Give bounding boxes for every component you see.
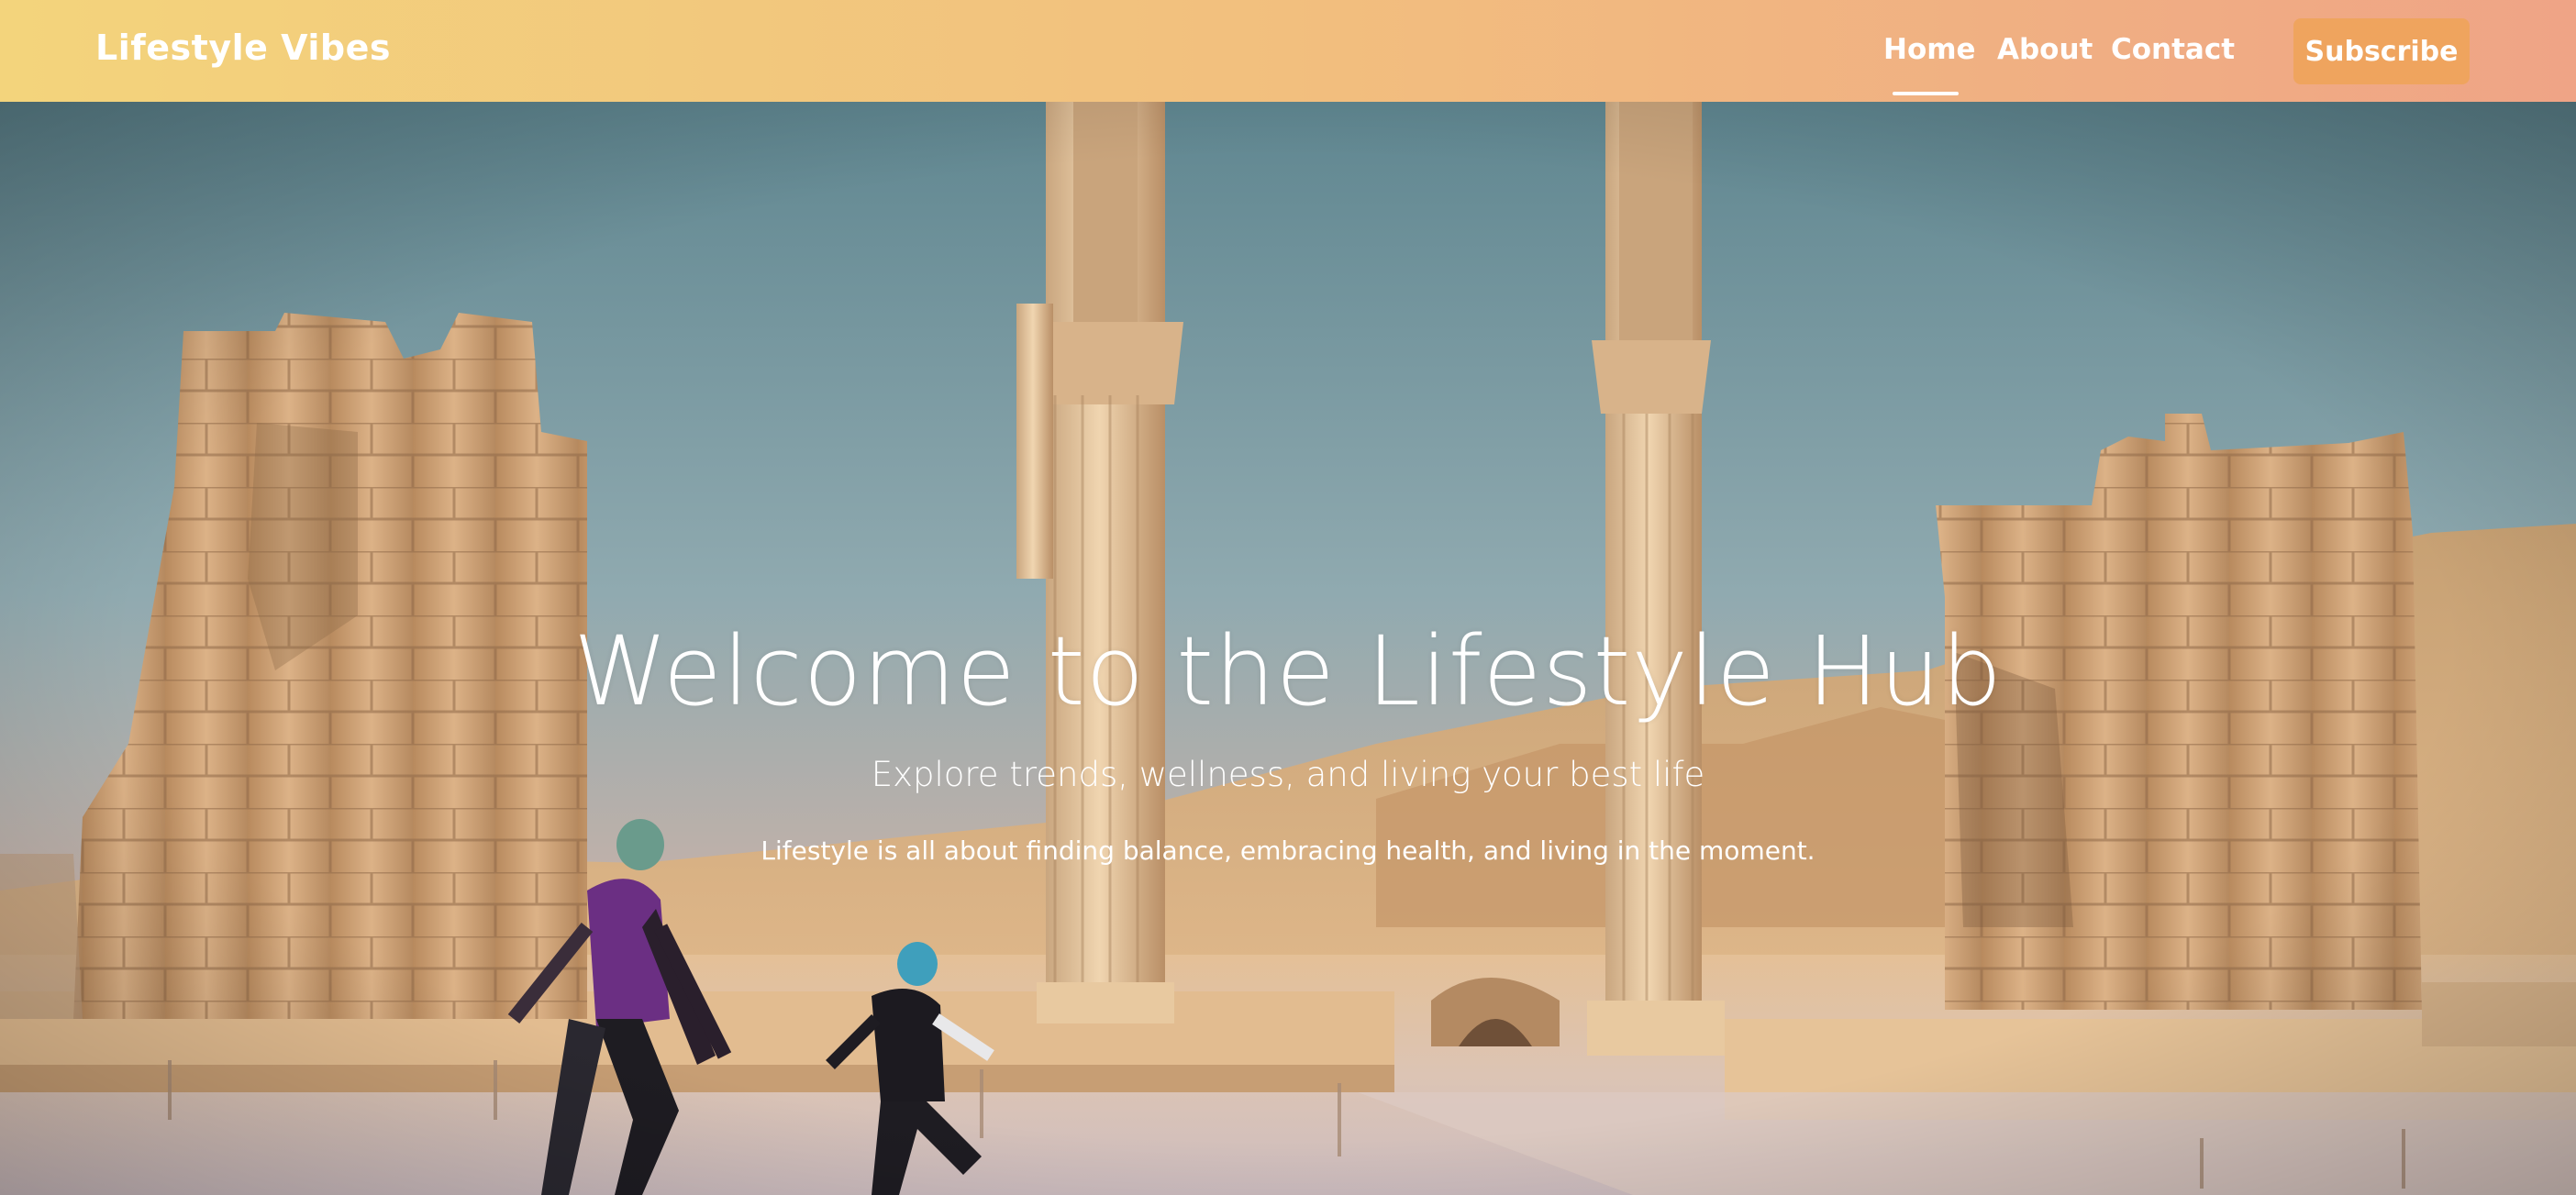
page: Lifestyle Vibes Home About Contact Subsc…	[0, 0, 2576, 1195]
active-nav-indicator	[1893, 92, 1959, 95]
nav-link-home[interactable]: Home	[1883, 33, 1976, 66]
subscribe-button[interactable]: Subscribe	[2293, 18, 2470, 84]
hero-body-text: Lifestyle is all about finding balance, …	[761, 835, 1815, 866]
nav-link-about[interactable]: About	[1997, 33, 2093, 66]
hero-text-overlay: Welcome to the Lifestyle Hub Explore tre…	[0, 102, 2576, 1195]
nav-link-contact[interactable]: Contact	[2111, 33, 2235, 66]
hero-subtitle: Explore trends, wellness, and living you…	[871, 755, 1705, 794]
brand-logo[interactable]: Lifestyle Vibes	[95, 28, 391, 68]
hero-title: Welcome to the Lifestyle Hub	[573, 615, 2003, 727]
navbar: Lifestyle Vibes Home About Contact Subsc…	[0, 0, 2576, 102]
hero-section: Welcome to the Lifestyle Hub Explore tre…	[0, 102, 2576, 1195]
